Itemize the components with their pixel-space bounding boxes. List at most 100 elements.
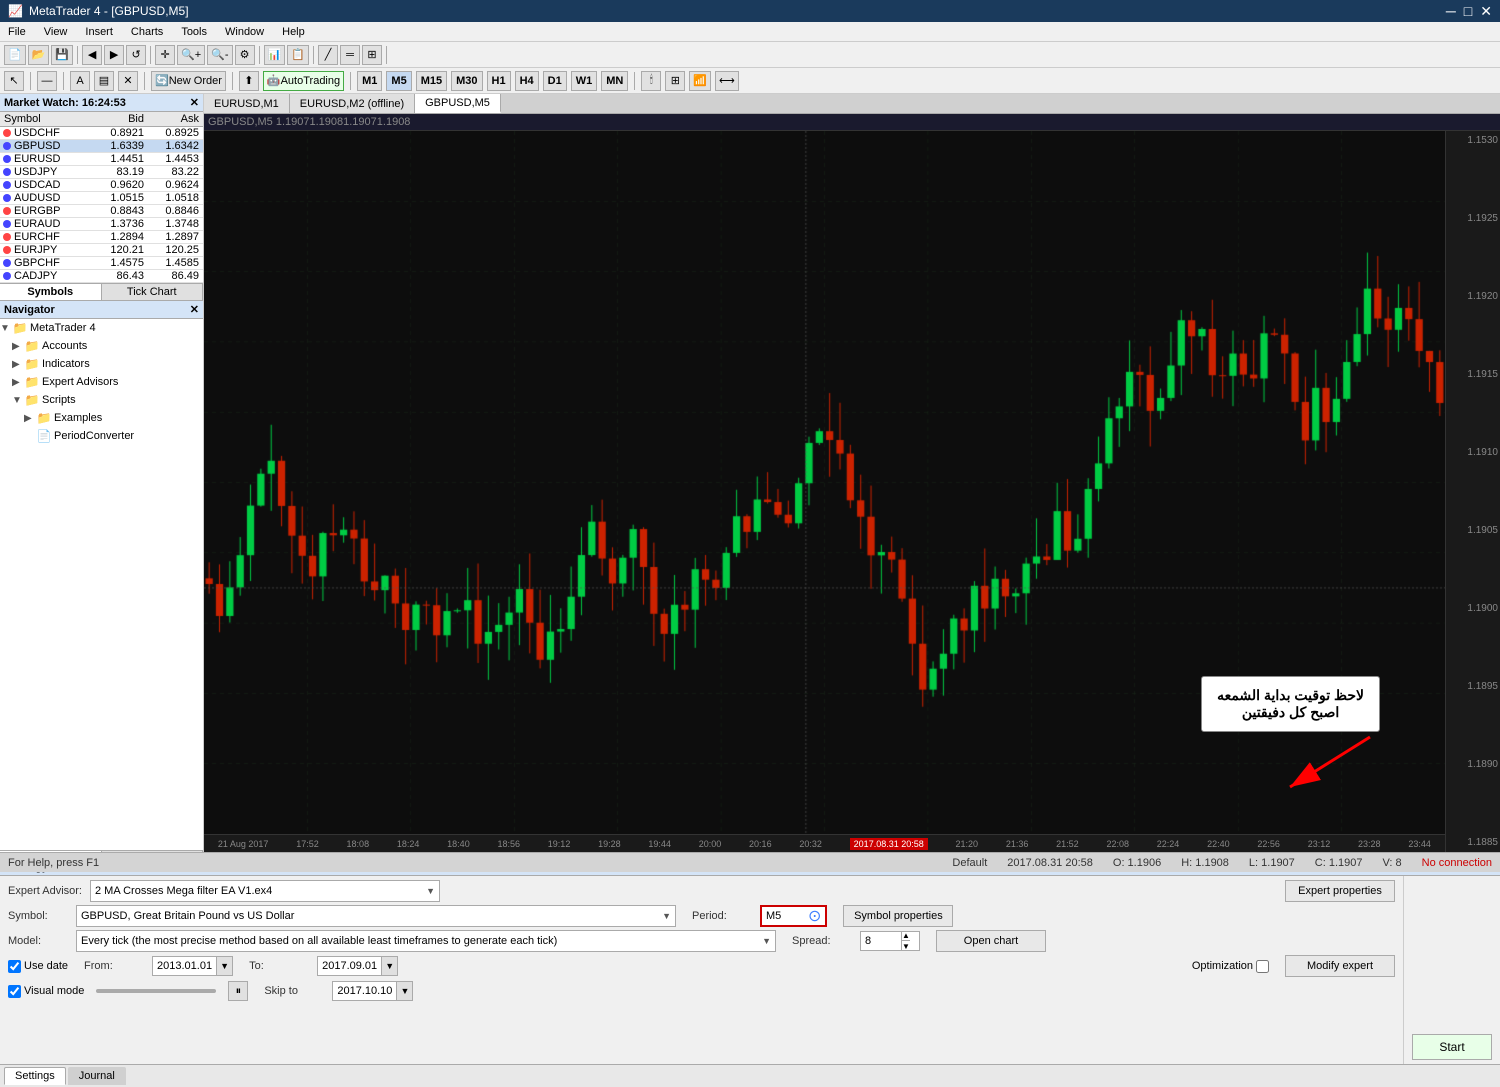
zoom-in-button[interactable]: 🔍+ xyxy=(177,45,205,65)
period-M30[interactable]: M30 xyxy=(451,71,482,91)
tab-tick-chart[interactable]: Tick Chart xyxy=(102,284,204,300)
from-date-input[interactable]: 2013.01.01 ▼ xyxy=(152,956,233,976)
market-watch-row-usdcad[interactable]: USDCAD 0.9620 0.9624 xyxy=(0,179,203,192)
market-watch-row-euraud[interactable]: EURAUD 1.3736 1.3748 xyxy=(0,218,203,231)
market-watch-row-gbpchf[interactable]: GBPCHF 1.4575 1.4585 xyxy=(0,257,203,270)
spread-input[interactable] xyxy=(861,935,901,947)
forward-button[interactable]: ▶ xyxy=(104,45,124,65)
menu-window[interactable]: Window xyxy=(221,24,268,40)
model-dropdown[interactable]: Every tick (the most precise method base… xyxy=(76,930,776,952)
market-watch-row-eurgbp[interactable]: EURGBP 0.8843 0.8846 xyxy=(0,205,203,218)
menu-file[interactable]: File xyxy=(4,24,30,40)
market-watch-row-eurusd[interactable]: EURUSD 1.4451 1.4453 xyxy=(0,153,203,166)
templates-button[interactable]: 📋 xyxy=(287,45,309,65)
tab-settings[interactable]: Settings xyxy=(4,1067,66,1085)
modify-expert-button[interactable]: Modify expert xyxy=(1285,955,1395,977)
properties-button[interactable]: ⚙ xyxy=(235,45,255,65)
period-M15[interactable]: M15 xyxy=(416,71,447,91)
nav-item-periodconverter[interactable]: 📄 PeriodConverter xyxy=(0,427,203,445)
close-button[interactable]: ✕ xyxy=(1480,3,1492,20)
cursor-button[interactable]: ↖ xyxy=(4,71,24,91)
market-watch-row-eurjpy[interactable]: EURJPY 120.21 120.25 xyxy=(0,244,203,257)
speed-slider[interactable] xyxy=(96,981,216,1001)
market-watch-close[interactable]: ✕ xyxy=(190,96,199,109)
line-button[interactable]: — xyxy=(37,71,57,91)
chart-tab-gbpusd-m5[interactable]: GBPUSD,M5 xyxy=(415,94,501,113)
fib-button[interactable]: ⊞ xyxy=(362,45,382,65)
autoscroll-button[interactable]: ⟷ xyxy=(715,71,739,91)
nav-item-indicators[interactable]: ▶ 📁 Indicators xyxy=(0,355,203,373)
autotrading-indicator-button[interactable]: ⬆ xyxy=(239,71,259,91)
nav-item-examples[interactable]: ▶ 📁 Examples xyxy=(0,409,203,427)
period-H4[interactable]: H4 xyxy=(515,71,539,91)
market-watch-row-audusd[interactable]: AUDUSD 1.0515 1.0518 xyxy=(0,192,203,205)
period-M1[interactable]: M1 xyxy=(357,71,382,91)
open-chart-button[interactable]: Open chart xyxy=(936,930,1046,952)
ea-dropdown[interactable]: 2 MA Crosses Mega filter EA V1.ex4 ▼ xyxy=(90,880,440,902)
skip-to-button[interactable]: ▼ xyxy=(396,982,412,1000)
to-date-input[interactable]: 2017.09.01 ▼ xyxy=(317,956,398,976)
spread-up[interactable]: ▲ xyxy=(902,931,910,941)
channel-button[interactable]: ═ xyxy=(340,45,360,65)
navigator-close[interactable]: ✕ xyxy=(190,303,199,316)
open-folder-button[interactable]: 📂 xyxy=(28,45,50,65)
new-order-button[interactable]: 🔄 New Order xyxy=(151,71,226,91)
menu-insert[interactable]: Insert xyxy=(81,24,117,40)
symbol-properties-button[interactable]: Symbol properties xyxy=(843,905,953,927)
nav-item-scripts[interactable]: ▼ 📁 Scripts xyxy=(0,391,203,409)
spread-spinner[interactable]: ▲ ▼ xyxy=(901,931,910,951)
visual-mode-checkbox[interactable] xyxy=(8,985,21,998)
chart-style-button[interactable]: 🕯 xyxy=(641,71,661,91)
menu-charts[interactable]: Charts xyxy=(127,24,167,40)
pause-button[interactable]: ⏸ xyxy=(228,981,248,1001)
market-watch-row-usdjpy[interactable]: USDJPY 83.19 83.22 xyxy=(0,166,203,179)
refresh-button[interactable]: ↺ xyxy=(126,45,146,65)
start-button[interactable]: Start xyxy=(1412,1034,1492,1060)
expert-properties-button[interactable]: Expert properties xyxy=(1285,880,1395,902)
period-D1[interactable]: D1 xyxy=(543,71,567,91)
period-M5[interactable]: M5 xyxy=(386,71,411,91)
colorbox-button[interactable]: ▤ xyxy=(94,71,114,91)
market-watch-row-cadjpy[interactable]: CADJPY 86.43 86.49 xyxy=(0,270,203,283)
market-watch-row-eurchf[interactable]: EURCHF 1.2894 1.2897 xyxy=(0,231,203,244)
chart-canvas[interactable]: 1.1530 1.1925 1.1920 1.1915 1.1910 1.190… xyxy=(204,131,1500,852)
nav-item-accounts[interactable]: ▶ 📁 Accounts xyxy=(0,337,203,355)
symbol-dropdown[interactable]: GBPUSD, Great Britain Pound vs US Dollar… xyxy=(76,905,676,927)
save-button[interactable]: 💾 xyxy=(51,45,73,65)
zoom-out-button[interactable]: 🔍- xyxy=(207,45,232,65)
tab-journal[interactable]: Journal xyxy=(68,1067,126,1085)
skip-to-input[interactable]: 2017.10.10 ▼ xyxy=(332,981,413,1001)
tab-symbols[interactable]: Symbols xyxy=(0,284,102,300)
menu-tools[interactable]: Tools xyxy=(177,24,211,40)
menu-help[interactable]: Help xyxy=(278,24,309,40)
text-button[interactable]: A xyxy=(70,71,90,91)
nav-item-metatrader-4[interactable]: ▼ 📁 MetaTrader 4 xyxy=(0,319,203,337)
chart-tab-eurusd-m1[interactable]: EURUSD,M1 xyxy=(204,94,290,113)
autotrading-button[interactable]: 🤖 AutoTrading xyxy=(263,71,344,91)
crosshair-button[interactable]: ✛ xyxy=(155,45,175,65)
optimization-checkbox[interactable] xyxy=(1256,960,1269,973)
period-MN[interactable]: MN xyxy=(601,71,628,91)
period-H1[interactable]: H1 xyxy=(487,71,511,91)
market-watch-row-usdchf[interactable]: USDCHF 0.8921 0.8925 xyxy=(0,127,203,140)
grid-button[interactable]: ⊞ xyxy=(665,71,685,91)
chart-tab-eurusd-m2[interactable]: EURUSD,M2 (offline) xyxy=(290,94,415,113)
minimize-button[interactable]: ─ xyxy=(1446,3,1456,20)
to-date-button[interactable]: ▼ xyxy=(381,957,397,975)
period-input-field[interactable]: ⊙ xyxy=(760,905,827,927)
period-W1[interactable]: W1 xyxy=(571,71,598,91)
back-button[interactable]: ◀ xyxy=(82,45,102,65)
spread-down[interactable]: ▼ xyxy=(902,941,910,951)
from-date-button[interactable]: ▼ xyxy=(216,957,232,975)
line-tools-button[interactable]: ╱ xyxy=(318,45,338,65)
remove-button[interactable]: ✕ xyxy=(118,71,138,91)
period-input[interactable] xyxy=(766,910,806,922)
market-watch-row-gbpusd[interactable]: GBPUSD 1.6339 1.6342 xyxy=(0,140,203,153)
use-date-checkbox[interactable] xyxy=(8,960,21,973)
indicators-button[interactable]: 📊 xyxy=(264,45,286,65)
menu-view[interactable]: View xyxy=(40,24,72,40)
restore-button[interactable]: □ xyxy=(1464,3,1472,20)
new-chart-button[interactable]: 📄 xyxy=(4,45,26,65)
vol-button[interactable]: 📶 xyxy=(689,71,711,91)
nav-item-expert-advisors[interactable]: ▶ 📁 Expert Advisors xyxy=(0,373,203,391)
